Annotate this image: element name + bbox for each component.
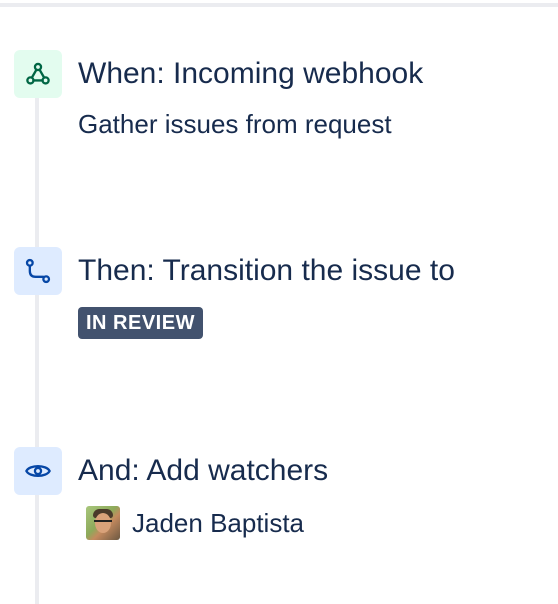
webhook-icon (14, 50, 62, 98)
transition-icon (14, 247, 62, 295)
eye-icon (14, 447, 62, 495)
avatar (86, 506, 120, 540)
watcher-item[interactable]: Jaden Baptista (86, 505, 304, 541)
top-divider (0, 3, 558, 7)
step-title: And: Add watchers (78, 454, 329, 487)
step-title: When: Incoming webhook (78, 57, 424, 90)
step-title: Then: Transition the issue to (78, 254, 455, 287)
watcher-name: Jaden Baptista (132, 508, 305, 538)
status-lozenge: IN REVIEW (78, 307, 203, 339)
timeline-line (35, 96, 39, 604)
step-description: Gather issues from request (78, 109, 392, 139)
